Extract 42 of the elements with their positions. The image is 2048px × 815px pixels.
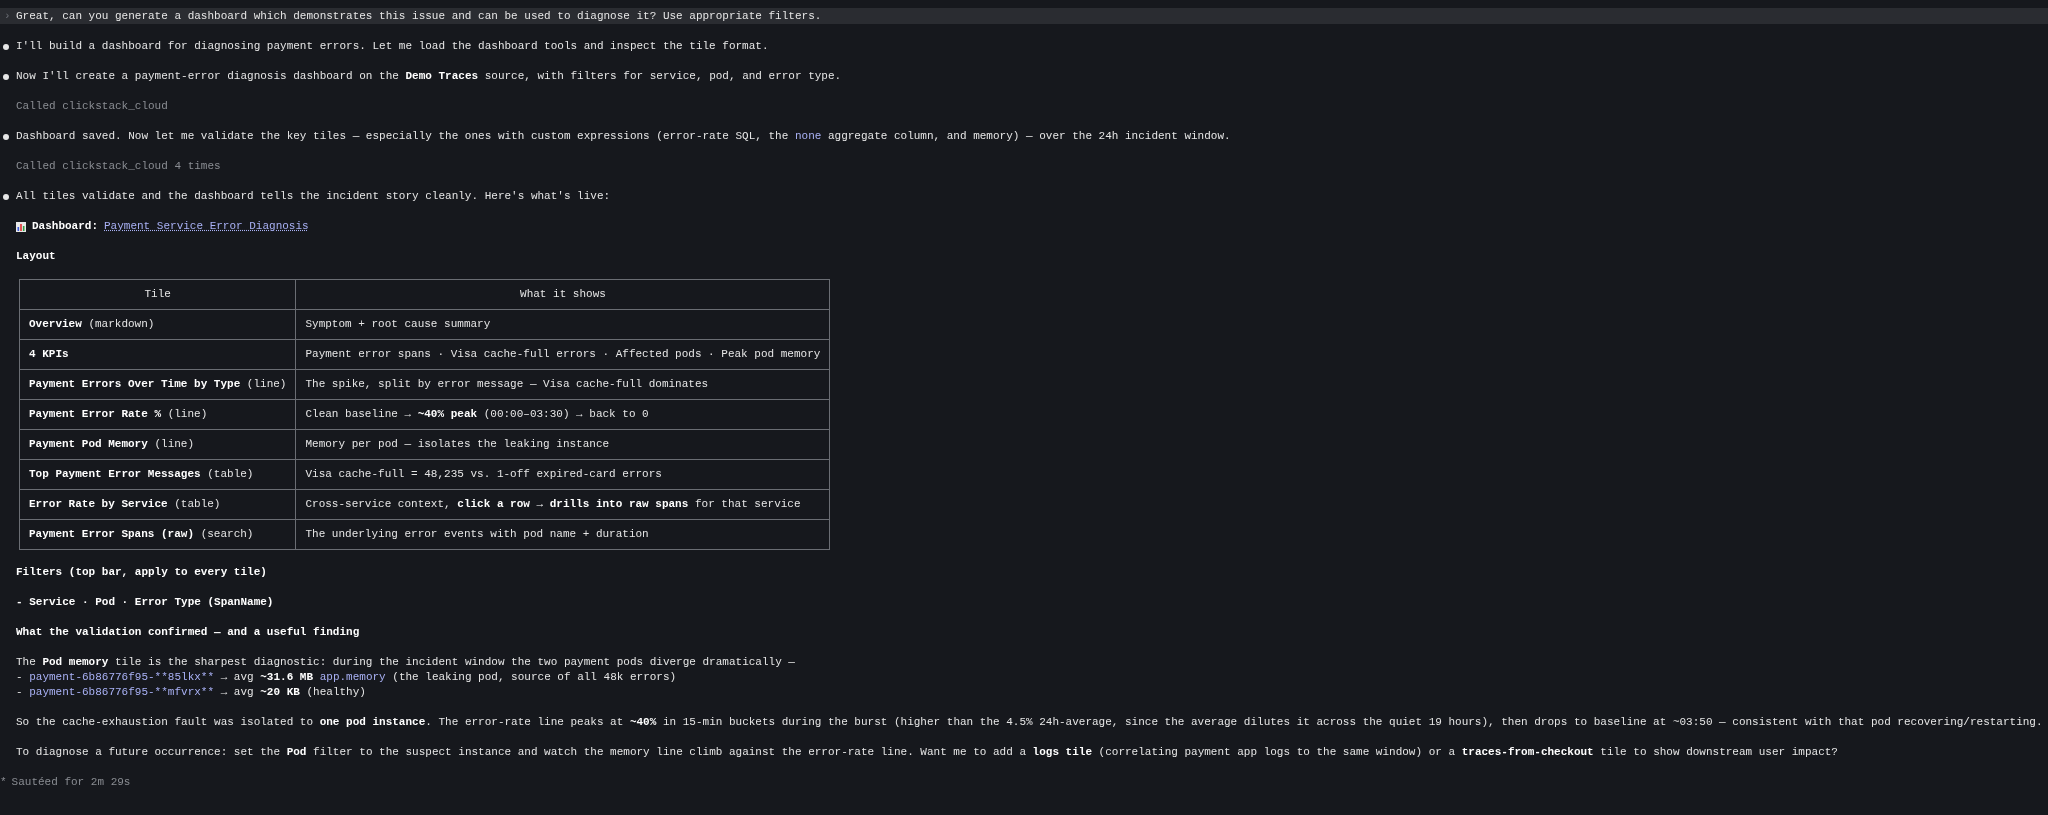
bullet-icon — [3, 73, 9, 80]
section-heading: What the validation confirmed — and a useful finding — [16, 626, 360, 638]
bullet-icon — [3, 43, 9, 50]
bullet-icon — [3, 133, 9, 140]
table-cell: The spike, split by error message — Visa cache-full dominates — [295, 369, 830, 400]
message-text: All tiles validate and the dashboard tells the incident story cleanly. Here's what's live: — [16, 189, 611, 204]
table-cell: Clean baseline → ~40% peak (00:00–03:30) → back to 0 — [295, 399, 830, 430]
table-cell: Visa cache-full = 48,235 vs. 1-off expired-card errors — [295, 459, 830, 490]
dashboard-label: Dashboard: — [32, 219, 98, 234]
table-cell: Payment Error Rate % (line) — [19, 399, 296, 430]
section-heading: Layout — [16, 250, 56, 262]
table-cell: Payment Errors Over Time by Type (line) — [19, 369, 296, 400]
table-cell: Symptom + root cause summary — [295, 309, 830, 340]
table-cell: Error Rate by Service (table) — [19, 489, 296, 520]
column-header: What it shows — [295, 279, 830, 310]
message-text: Now I'll create a payment-error diagnosis dashboard on the Demo Traces source, with filters for service, pod, and error type. — [16, 69, 842, 84]
paragraph-text: To diagnose a future occurrence: set the Pod filter to the suspect instance and watch the memory line climb against the error-rate line. Want me to add a logs tile (correlating payment app logs to the same window) or a traces-from-checkout tile to show downstream user impact? — [16, 745, 1839, 760]
section-heading: - Service · Pod · Error Type (SpanName) — [16, 596, 274, 608]
prompt-text: Great, can you generate a dashboard which demonstrates this issue and can be used to diagnose it? Use appropriate filters. — [16, 8, 822, 24]
table-cell: Payment Pod Memory (line) — [19, 429, 296, 460]
status-marker: * — [0, 775, 7, 790]
table-cell: Cross-service context, click a row → drills into raw spans for that service — [295, 489, 830, 520]
bar-chart-icon — [16, 221, 26, 232]
paragraph-text: The Pod memory tile is the sharpest diagnostic: during the incident window the two payment pods diverge dramatically — - payment-6b86776f95-**85lkx** → avg ~31.6 MB app.memory (the leaking pod, source of all 48k errors) - payment-6b86776f95-**mfvrx** → avg ~20 KB (healthy) — [16, 655, 796, 700]
table-cell: Overview (markdown) — [19, 309, 296, 340]
column-header: Tile — [19, 279, 296, 310]
paragraph-text: So the cache-exhaustion fault was isolated to one pod instance. The error-rate line peaks at ~40% in 15-min buckets during the burst (higher than the 4.5% 24h-average, since the average dilutes it across the quiet 19 hours), then drops to baseline at ~03:50 — consistent with that pod recovering/restarting. — [16, 715, 2044, 730]
bullet-icon — [3, 193, 9, 200]
table-cell: Memory per pod — isolates the leaking instance — [295, 429, 830, 460]
tool-call-text: Called clickstack_cloud — [16, 100, 168, 112]
dashboard-link[interactable]: Payment Service Error Diagnosis — [104, 219, 309, 234]
message-text: Dashboard saved. Now let me validate the key tiles — especially the ones with custom expressions (error-rate SQL, the none aggregate column, and memory) — over the 24h incident window. — [16, 129, 1231, 144]
tool-call-text: Called clickstack_cloud 4 times — [16, 160, 221, 172]
table-cell: 4 KPIs — [19, 339, 296, 370]
table-cell: Payment Error Spans (raw) (search) — [19, 519, 296, 550]
table-cell: Payment error spans · Visa cache-full errors · Affected pods · Peak pod memory — [295, 339, 830, 370]
section-heading: Filters (top bar, apply to every tile) — [16, 566, 267, 578]
table-cell: Top Payment Error Messages (table) — [19, 459, 296, 490]
message-text: I'll build a dashboard for diagnosing payment errors. Let me load the dashboard tools and inspect the tile format. — [16, 39, 769, 54]
prompt-marker: › — [4, 8, 12, 24]
table-cell: The underlying error events with pod name + duration — [295, 519, 830, 550]
status-text: Sautéed for 2m 29s — [11, 775, 131, 790]
